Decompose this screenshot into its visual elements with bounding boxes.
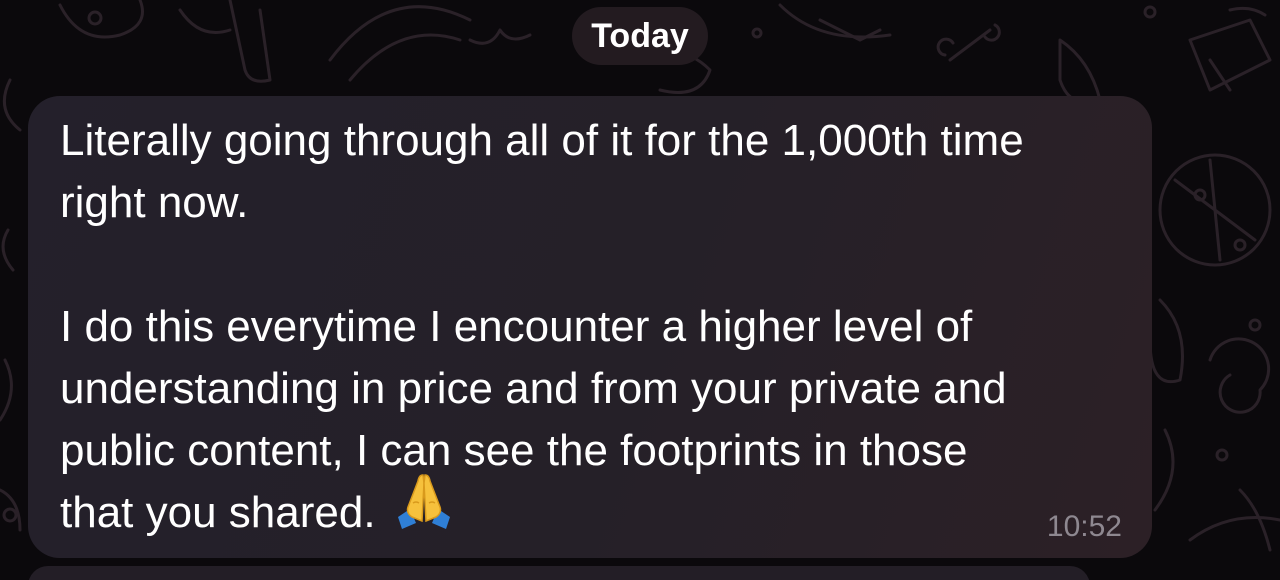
- next-message-bubble[interactable]: [28, 566, 1090, 580]
- date-separator-label: Today: [591, 16, 689, 55]
- message-line-text: that you shared.: [60, 488, 376, 537]
- message-line: right now.: [60, 178, 249, 227]
- message-line: understanding in price and from your pri…: [60, 364, 1007, 413]
- message-line: public content, I can see the footprints…: [60, 426, 968, 475]
- date-separator-pill: Today: [572, 7, 708, 65]
- chat-background: Today Literally going through all of it …: [0, 0, 1280, 580]
- folded-hands-emoji-icon: [394, 473, 454, 546]
- message-line: I do this everytime I encounter a higher…: [60, 302, 973, 351]
- message-text: Literally going through all of it for th…: [60, 110, 1120, 546]
- message-timestamp: 10:52: [1046, 510, 1122, 543]
- message-bubble[interactable]: Literally going through all of it for th…: [28, 96, 1152, 558]
- message-line: Literally going through all of it for th…: [60, 116, 1024, 165]
- message-line-last: that you shared.: [60, 474, 1120, 546]
